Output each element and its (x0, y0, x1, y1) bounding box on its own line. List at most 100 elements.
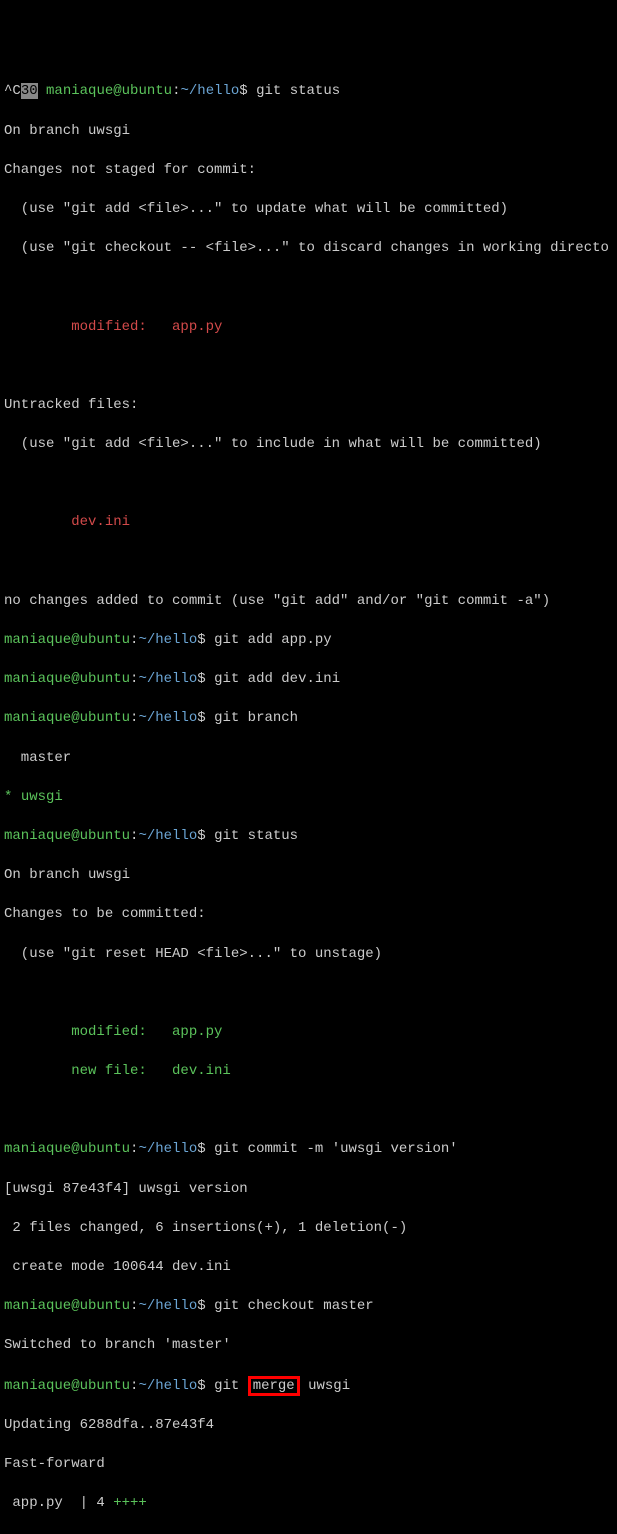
out-on-branch: On branch uwsgi (4, 122, 613, 142)
space (38, 83, 46, 99)
prompt-dollar: $ (239, 83, 247, 99)
out-not-staged: Changes not staged for commit: (4, 161, 613, 181)
branch-star: * (4, 789, 21, 805)
prompt-dollar: $ (197, 671, 205, 687)
prompt-colon: : (130, 828, 138, 844)
out-modified-app: modified: app.py (4, 318, 613, 338)
prompt-dollar: $ (197, 710, 205, 726)
ctrl-num: 30 (21, 83, 38, 99)
diff-app-pre: app.py | 4 (4, 1495, 113, 1511)
prompt-user: maniaque (4, 828, 71, 844)
prompt-host: ubuntu (80, 710, 130, 726)
out-diffstat-app: app.py | 4 ++++ (4, 1494, 613, 1514)
out-to-commit: Changes to be committed: (4, 905, 613, 925)
prompt-path: ~/hello (138, 1141, 197, 1157)
cmd-git-add-app: git add app.py (206, 632, 332, 648)
prompt-at: @ (71, 1378, 79, 1394)
prompt-host: ubuntu (80, 1378, 130, 1394)
cmd-merge-post: uwsgi (300, 1378, 350, 1394)
line-checkout: maniaque@ubuntu:~/hello$ git checkout ma… (4, 1297, 613, 1317)
prompt-user: maniaque (4, 671, 71, 687)
prompt-at: @ (71, 828, 79, 844)
prompt-at: @ (71, 671, 79, 687)
prompt-user: maniaque (4, 1378, 71, 1394)
prompt-colon: : (130, 1378, 138, 1394)
out-on-branch2: On branch uwsgi (4, 866, 613, 886)
out-updating: Updating 6288dfa..87e43f4 (4, 1416, 613, 1436)
prompt-path: ~/hello (138, 1298, 197, 1314)
prompt-path: ~/hello (138, 828, 197, 844)
out-commit-stats: 2 files changed, 6 insertions(+), 1 dele… (4, 1219, 613, 1239)
line-commit: maniaque@ubuntu:~/hello$ git commit -m '… (4, 1140, 613, 1160)
prompt-user: maniaque (4, 1298, 71, 1314)
prompt-user: maniaque (46, 83, 113, 99)
branch-current: uwsgi (21, 789, 63, 805)
out-switched: Switched to branch 'master' (4, 1336, 613, 1356)
cmd-git-commit: git commit -m 'uwsgi version' (206, 1141, 458, 1157)
blank (4, 357, 613, 377)
prompt-host: ubuntu (80, 1141, 130, 1157)
out-diffstat-dev: dev.ini | 5 +++++ (4, 1533, 613, 1534)
out-ff: Fast-forward (4, 1455, 613, 1475)
out-hint-add: (use "git add <file>..." to update what … (4, 200, 613, 220)
out-commit-summary: [uwsgi 87e43f4] uwsgi version (4, 1180, 613, 1200)
out-staged-newfile: new file: dev.ini (4, 1062, 613, 1082)
line-ctrl-status: ^C30 maniaque@ubuntu:~/hello$ git status (4, 82, 613, 102)
blank (4, 278, 613, 298)
line-add-dev: maniaque@ubuntu:~/hello$ git add dev.ini (4, 670, 613, 690)
prompt-user: maniaque (4, 710, 71, 726)
blank (4, 984, 613, 1004)
prompt-at: @ (113, 83, 121, 99)
cmd-git-status: git status (248, 83, 340, 99)
line-branch: maniaque@ubuntu:~/hello$ git branch (4, 709, 613, 729)
terminal[interactable]: ^C30 maniaque@ubuntu:~/hello$ git status… (4, 82, 613, 1534)
out-untracked-dev: dev.ini (4, 513, 613, 533)
ctrl-c: ^C (4, 83, 21, 99)
diff-app-plus: ++++ (113, 1495, 147, 1511)
prompt-path: ~/hello (180, 83, 239, 99)
cmd-git-checkout: git checkout master (206, 1298, 374, 1314)
prompt-dollar: $ (197, 1141, 205, 1157)
cmd-git-status2: git status (206, 828, 298, 844)
prompt-dollar: $ (197, 828, 205, 844)
out-hint-include: (use "git add <file>..." to include in w… (4, 435, 613, 455)
prompt-host: ubuntu (80, 828, 130, 844)
prompt-host: ubuntu (122, 83, 172, 99)
prompt-colon: : (130, 1141, 138, 1157)
prompt-path: ~/hello (138, 632, 197, 648)
prompt-path: ~/hello (138, 671, 197, 687)
out-hint-checkout: (use "git checkout -- <file>..." to disc… (4, 239, 613, 259)
cmd-git-add-dev: git add dev.ini (206, 671, 340, 687)
prompt-user: maniaque (4, 1141, 71, 1157)
line-status2: maniaque@ubuntu:~/hello$ git status (4, 827, 613, 847)
prompt-host: ubuntu (80, 1298, 130, 1314)
out-no-changes: no changes added to commit (use "git add… (4, 592, 613, 612)
cmd-git-branch: git branch (206, 710, 298, 726)
prompt-at: @ (71, 1141, 79, 1157)
prompt-dollar: $ (197, 632, 205, 648)
out-branch-uwsgi: * uwsgi (4, 788, 613, 808)
line-merge: maniaque@ubuntu:~/hello$ git merge uwsgi (4, 1376, 613, 1397)
cmd-merge-pre: git (206, 1378, 248, 1394)
prompt-host: ubuntu (80, 671, 130, 687)
prompt-at: @ (71, 1298, 79, 1314)
prompt-dollar: $ (197, 1298, 205, 1314)
out-untracked-header: Untracked files: (4, 396, 613, 416)
line-add-app: maniaque@ubuntu:~/hello$ git add app.py (4, 631, 613, 651)
prompt-dollar: $ (197, 1378, 205, 1394)
out-commit-create: create mode 100644 dev.ini (4, 1258, 613, 1278)
prompt-colon: : (130, 1298, 138, 1314)
prompt-at: @ (71, 632, 79, 648)
cmd-merge-word: merge (253, 1378, 295, 1394)
prompt-path: ~/hello (138, 710, 197, 726)
blank (4, 553, 613, 573)
prompt-user: maniaque (4, 632, 71, 648)
prompt-at: @ (71, 710, 79, 726)
merge-highlight-box: merge (248, 1376, 300, 1396)
blank (4, 1101, 613, 1121)
out-branch-master: master (4, 749, 613, 769)
blank (4, 474, 613, 494)
prompt-path: ~/hello (138, 1378, 197, 1394)
out-hint-reset: (use "git reset HEAD <file>..." to unsta… (4, 945, 613, 965)
prompt-host: ubuntu (80, 632, 130, 648)
